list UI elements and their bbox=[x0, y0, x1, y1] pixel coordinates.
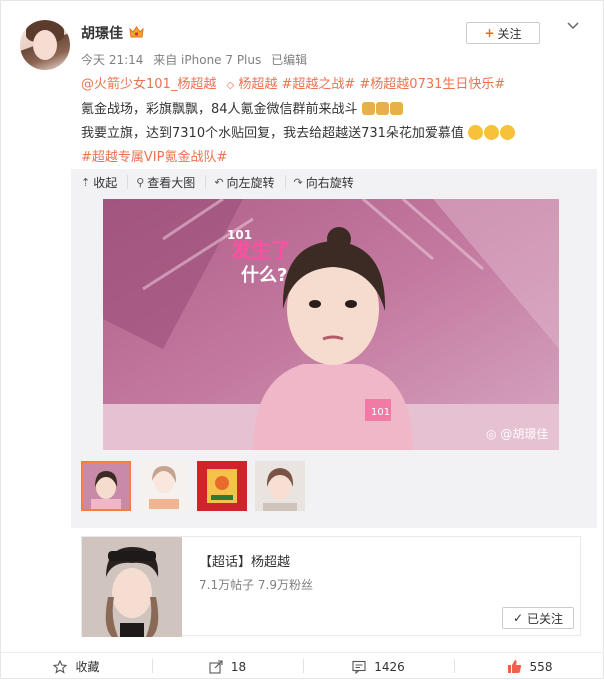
author-avatar[interactable] bbox=[20, 20, 70, 70]
muscle-emoji-icon bbox=[375, 102, 389, 115]
hashtag-link[interactable]: #超越之战# bbox=[281, 77, 355, 92]
diamond-icon: ◇ bbox=[226, 80, 235, 91]
watermark: ◎ @胡璟佳 bbox=[486, 427, 549, 441]
muscle-emoji-icon bbox=[361, 102, 375, 115]
vip-crown-icon[interactable] bbox=[129, 25, 144, 38]
main-image-art: 101 101 发生了 什么? bbox=[103, 199, 559, 450]
post-tags-line: @火箭少女101_杨超越 ◇ 杨超越 #超越之战# #杨超越0731生日快乐# bbox=[81, 73, 591, 98]
rotate-left-button[interactable]: ↶ 向左旋转 bbox=[214, 175, 286, 190]
thumbnail-2[interactable] bbox=[139, 461, 189, 511]
view-large-button[interactable]: ⚲ 查看大图 bbox=[136, 175, 207, 190]
like-button[interactable]: 558 bbox=[454, 653, 604, 680]
hashtag-link[interactable]: #杨超越0731生日快乐# bbox=[359, 77, 505, 92]
repost-button[interactable]: 18 bbox=[152, 653, 303, 680]
topic-link[interactable]: ◇ 杨超越 bbox=[226, 77, 277, 92]
star-icon bbox=[53, 659, 68, 674]
main-image[interactable]: 101 101 发生了 什么? ◎ @胡璟佳 bbox=[103, 199, 559, 450]
weibo-logo-icon: ◎ bbox=[486, 427, 497, 441]
comment-button[interactable]: 1426 bbox=[303, 653, 454, 680]
check-icon: ✓ bbox=[512, 611, 524, 625]
topic-card-image[interactable] bbox=[82, 537, 182, 637]
rotate-left-icon: ↶ bbox=[214, 175, 224, 189]
overlay-text-3: 什么? bbox=[241, 264, 287, 286]
thumbs-up-icon bbox=[507, 660, 521, 673]
overlay-text-2: 发生了 bbox=[230, 238, 291, 262]
collapse-button[interactable]: ⇡ 收起 bbox=[81, 175, 129, 190]
topic-card-title[interactable]: 【超话】杨超越 bbox=[199, 551, 290, 570]
post-meta: 今天 21:14 来自 iPhone 7 Plus 已编辑 bbox=[81, 51, 313, 68]
comment-icon bbox=[352, 660, 366, 674]
follow-label: 关注 bbox=[497, 26, 522, 41]
muscle-emoji-icon bbox=[389, 102, 403, 115]
mention-link[interactable]: @火箭少女101_杨超越 bbox=[81, 77, 216, 92]
blush-emoji-icon bbox=[484, 125, 500, 140]
follow-button[interactable]: + 关注 bbox=[466, 22, 540, 44]
post-source: 来自 iPhone 7 Plus bbox=[153, 53, 262, 67]
weibo-post-card: 胡璟佳 今天 21:14 来自 iPhone 7 Plus 已编辑 + 关注 @… bbox=[0, 0, 604, 679]
thumbnail-1[interactable] bbox=[81, 461, 131, 511]
thumbnail-3[interactable] bbox=[197, 461, 247, 511]
collapse-arrow-icon: ⇡ bbox=[81, 175, 91, 189]
post-line: #超越专属VIP氪金战队# bbox=[81, 146, 591, 170]
repost-icon bbox=[209, 659, 223, 674]
action-bar: 收藏 18 1426 558 bbox=[1, 652, 604, 680]
post-time[interactable]: 今天 21:14 bbox=[81, 53, 143, 67]
chevron-down-icon[interactable] bbox=[566, 19, 580, 33]
followed-button[interactable]: ✓ 已关注 bbox=[502, 607, 574, 629]
rotate-right-icon: ↷ bbox=[293, 175, 303, 189]
blush-emoji-icon bbox=[500, 125, 516, 140]
rotate-right-button[interactable]: ↷ 向右旋转 bbox=[293, 175, 364, 190]
post-line: 氪金战场，彩旗飘飘，84人氪金微信群前来战斗 bbox=[81, 98, 591, 122]
post-text: @火箭少女101_杨超越 ◇ 杨超越 #超越之战# #杨超越0731生日快乐# … bbox=[81, 73, 591, 170]
favorite-button[interactable]: 收藏 bbox=[1, 653, 152, 680]
thumbnail-strip bbox=[81, 461, 313, 511]
plus-icon: + bbox=[484, 26, 495, 40]
image-toolbar: ⇡ 收起 ⚲ 查看大图 ↶ 向左旋转 ↷ 向右旋转 bbox=[81, 175, 372, 190]
blush-emoji-icon bbox=[468, 125, 484, 140]
magnifier-icon: ⚲ bbox=[136, 175, 145, 189]
topic-card[interactable]: 【超话】杨超越 7.1万帖子 7.9万粉丝 ✓ 已关注 bbox=[81, 536, 581, 637]
badge-text: 101 bbox=[371, 407, 390, 418]
hashtag-link[interactable]: #超越专属VIP氪金战队# bbox=[81, 150, 227, 165]
author-name[interactable]: 胡璟佳 bbox=[81, 23, 123, 43]
post-edited-label: 已编辑 bbox=[271, 53, 308, 67]
topic-card-stats: 7.1万帖子 7.9万粉丝 bbox=[199, 578, 313, 592]
thumbnail-4[interactable] bbox=[255, 461, 305, 511]
post-line: 我要立旗，达到7310个水贴回复，我去给超越送731朵花加爱慕值 bbox=[81, 122, 591, 146]
